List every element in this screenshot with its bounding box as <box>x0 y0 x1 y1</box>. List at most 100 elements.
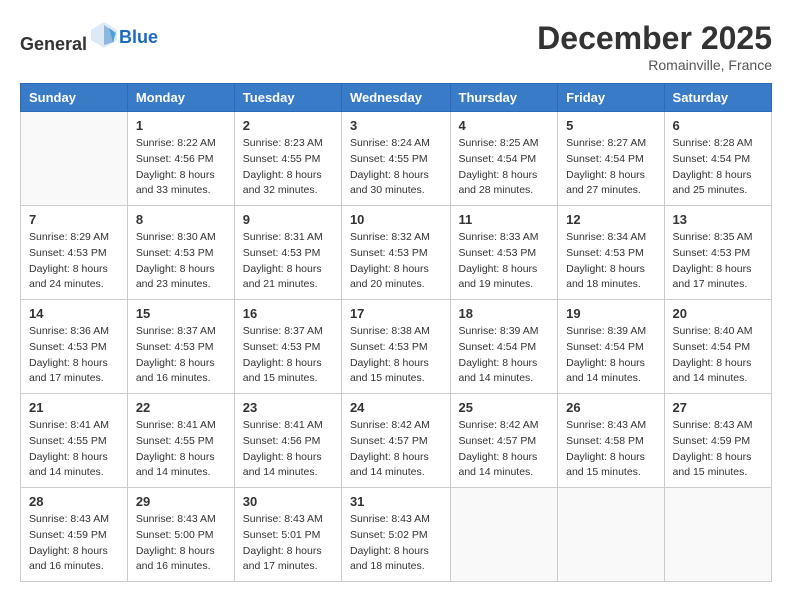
calendar-cell: 29 Sunrise: 8:43 AM Sunset: 5:00 PM Dayli… <box>127 488 234 582</box>
day-number: 2 <box>243 118 333 133</box>
calendar-week-row: 14Sunrise: 8:36 AM Sunset: 4:53 PM Dayli… <box>21 300 772 394</box>
day-info: Sunrise: 8:43 AM Sunset: 4:59 PM Dayligh… <box>29 512 119 575</box>
day-info: Sunrise: 8:42 AM Sunset: 4:57 PM Dayligh… <box>350 418 442 481</box>
day-number: 11 <box>459 212 550 227</box>
weekday-header: Tuesday <box>234 84 341 112</box>
calendar-cell: 3Sunrise: 8:24 AM Sunset: 4:55 PM Daylig… <box>341 112 450 206</box>
location-title: Romainville, France <box>537 57 772 73</box>
day-info: Sunrise: 8:43 AM Sunset: 4:58 PM Dayligh… <box>566 418 655 481</box>
weekday-header: Thursday <box>450 84 558 112</box>
calendar-table: SundayMondayTuesdayWednesdayThursdayFrid… <box>20 83 772 582</box>
calendar-week-row: 21 Sunrise: 8:41 AM Sunset: 4:55 PM Dayli… <box>21 394 772 488</box>
calendar-cell: 16Sunrise: 8:37 AM Sunset: 4:53 PM Dayli… <box>234 300 341 394</box>
calendar-cell <box>21 112 128 206</box>
day-info: Sunrise: 8:41 AM Sunset: 4:56 PM Dayligh… <box>243 418 333 481</box>
day-info: Sunrise: 8:36 AM Sunset: 4:53 PM Dayligh… <box>29 324 119 387</box>
calendar-cell: 30 Sunrise: 8:43 AM Sunset: 5:01 PM Dayli… <box>234 488 341 582</box>
day-info: Sunrise: 8:43 AM Sunset: 4:59 PM Dayligh… <box>673 418 763 481</box>
day-info: Sunrise: 8:27 AM Sunset: 4:54 PM Dayligh… <box>566 136 655 199</box>
day-info: Sunrise: 8:43 AM Sunset: 5:01 PM Dayligh… <box>243 512 333 575</box>
calendar-cell: 7 Sunrise: 8:29 AM Sunset: 4:53 PM Daylig… <box>21 206 128 300</box>
day-number: 13 <box>673 212 763 227</box>
calendar-cell: 31 Sunrise: 8:43 AM Sunset: 5:02 PM Dayli… <box>341 488 450 582</box>
day-number: 1 <box>136 118 226 133</box>
day-info: Sunrise: 8:30 AM Sunset: 4:53 PM Dayligh… <box>136 230 226 293</box>
day-number: 31 <box>350 494 442 509</box>
logo: General Blue <box>20 20 158 55</box>
day-info: Sunrise: 8:40 AM Sunset: 4:54 PM Dayligh… <box>673 324 763 387</box>
logo-blue: Blue <box>119 27 158 48</box>
calendar-cell: 13Sunrise: 8:35 AM Sunset: 4:53 PM Dayli… <box>664 206 771 300</box>
calendar-week-row: 7 Sunrise: 8:29 AM Sunset: 4:53 PM Daylig… <box>21 206 772 300</box>
day-info: Sunrise: 8:25 AM Sunset: 4:54 PM Dayligh… <box>459 136 550 199</box>
calendar-week-row: 1 Sunrise: 8:22 AM Sunset: 4:56 PM Daylig… <box>21 112 772 206</box>
weekday-header: Sunday <box>21 84 128 112</box>
day-number: 3 <box>350 118 442 133</box>
day-number: 29 <box>136 494 226 509</box>
day-number: 28 <box>29 494 119 509</box>
day-number: 26 <box>566 400 655 415</box>
calendar-cell: 22 Sunrise: 8:41 AM Sunset: 4:55 PM Dayli… <box>127 394 234 488</box>
calendar-cell: 4Sunrise: 8:25 AM Sunset: 4:54 PM Daylig… <box>450 112 558 206</box>
weekday-header: Monday <box>127 84 234 112</box>
logo-icon <box>89 20 119 50</box>
day-info: Sunrise: 8:41 AM Sunset: 4:55 PM Dayligh… <box>29 418 119 481</box>
day-number: 19 <box>566 306 655 321</box>
day-info: Sunrise: 8:32 AM Sunset: 4:53 PM Dayligh… <box>350 230 442 293</box>
day-info: Sunrise: 8:29 AM Sunset: 4:53 PM Dayligh… <box>29 230 119 293</box>
calendar-cell: 1 Sunrise: 8:22 AM Sunset: 4:56 PM Daylig… <box>127 112 234 206</box>
page-header: General Blue December 2025 Romainville, … <box>20 20 772 73</box>
calendar-header-row: SundayMondayTuesdayWednesdayThursdayFrid… <box>21 84 772 112</box>
calendar-cell <box>450 488 558 582</box>
day-number: 20 <box>673 306 763 321</box>
day-number: 24 <box>350 400 442 415</box>
calendar-cell: 11Sunrise: 8:33 AM Sunset: 4:53 PM Dayli… <box>450 206 558 300</box>
calendar-cell: 20 Sunrise: 8:40 AM Sunset: 4:54 PM Dayli… <box>664 300 771 394</box>
calendar-cell: 28 Sunrise: 8:43 AM Sunset: 4:59 PM Dayli… <box>21 488 128 582</box>
day-info: Sunrise: 8:42 AM Sunset: 4:57 PM Dayligh… <box>459 418 550 481</box>
calendar-cell: 2 Sunrise: 8:23 AM Sunset: 4:55 PM Daylig… <box>234 112 341 206</box>
calendar-cell: 27Sunrise: 8:43 AM Sunset: 4:59 PM Dayli… <box>664 394 771 488</box>
calendar-cell: 6Sunrise: 8:28 AM Sunset: 4:54 PM Daylig… <box>664 112 771 206</box>
calendar-cell: 17Sunrise: 8:38 AM Sunset: 4:53 PM Dayli… <box>341 300 450 394</box>
day-info: Sunrise: 8:34 AM Sunset: 4:53 PM Dayligh… <box>566 230 655 293</box>
day-number: 7 <box>29 212 119 227</box>
day-info: Sunrise: 8:43 AM Sunset: 5:02 PM Dayligh… <box>350 512 442 575</box>
logo-general: General <box>20 34 87 54</box>
weekday-header: Saturday <box>664 84 771 112</box>
title-block: December 2025 Romainville, France <box>537 20 772 73</box>
day-info: Sunrise: 8:31 AM Sunset: 4:53 PM Dayligh… <box>243 230 333 293</box>
calendar-cell <box>664 488 771 582</box>
day-number: 23 <box>243 400 333 415</box>
day-number: 25 <box>459 400 550 415</box>
day-number: 9 <box>243 212 333 227</box>
day-info: Sunrise: 8:39 AM Sunset: 4:54 PM Dayligh… <box>566 324 655 387</box>
calendar-cell: 15Sunrise: 8:37 AM Sunset: 4:53 PM Dayli… <box>127 300 234 394</box>
calendar-cell: 23 Sunrise: 8:41 AM Sunset: 4:56 PM Dayli… <box>234 394 341 488</box>
calendar-cell: 18Sunrise: 8:39 AM Sunset: 4:54 PM Dayli… <box>450 300 558 394</box>
calendar-cell: 10Sunrise: 8:32 AM Sunset: 4:53 PM Dayli… <box>341 206 450 300</box>
day-number: 30 <box>243 494 333 509</box>
calendar-cell: 8Sunrise: 8:30 AM Sunset: 4:53 PM Daylig… <box>127 206 234 300</box>
calendar-week-row: 28 Sunrise: 8:43 AM Sunset: 4:59 PM Dayli… <box>21 488 772 582</box>
day-number: 5 <box>566 118 655 133</box>
calendar-cell: 24 Sunrise: 8:42 AM Sunset: 4:57 PM Dayli… <box>341 394 450 488</box>
calendar-cell: 19 Sunrise: 8:39 AM Sunset: 4:54 PM Dayli… <box>558 300 664 394</box>
day-info: Sunrise: 8:22 AM Sunset: 4:56 PM Dayligh… <box>136 136 226 199</box>
calendar-cell: 5 Sunrise: 8:27 AM Sunset: 4:54 PM Daylig… <box>558 112 664 206</box>
weekday-header: Friday <box>558 84 664 112</box>
day-info: Sunrise: 8:37 AM Sunset: 4:53 PM Dayligh… <box>136 324 226 387</box>
calendar-cell: 14Sunrise: 8:36 AM Sunset: 4:53 PM Dayli… <box>21 300 128 394</box>
day-number: 22 <box>136 400 226 415</box>
day-info: Sunrise: 8:41 AM Sunset: 4:55 PM Dayligh… <box>136 418 226 481</box>
weekday-header: Wednesday <box>341 84 450 112</box>
month-title: December 2025 <box>537 20 772 57</box>
day-number: 21 <box>29 400 119 415</box>
day-info: Sunrise: 8:37 AM Sunset: 4:53 PM Dayligh… <box>243 324 333 387</box>
day-info: Sunrise: 8:43 AM Sunset: 5:00 PM Dayligh… <box>136 512 226 575</box>
day-number: 12 <box>566 212 655 227</box>
day-info: Sunrise: 8:23 AM Sunset: 4:55 PM Dayligh… <box>243 136 333 199</box>
day-number: 17 <box>350 306 442 321</box>
calendar-cell: 25 Sunrise: 8:42 AM Sunset: 4:57 PM Dayli… <box>450 394 558 488</box>
calendar-cell: 21 Sunrise: 8:41 AM Sunset: 4:55 PM Dayli… <box>21 394 128 488</box>
